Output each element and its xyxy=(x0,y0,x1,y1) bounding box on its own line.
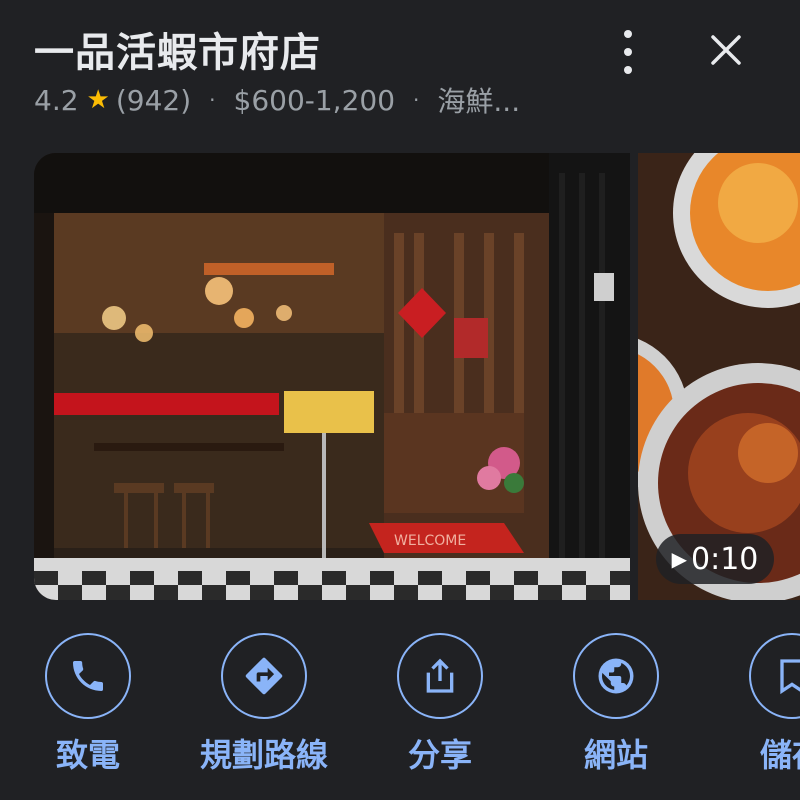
place-header: 一品活蝦市府店 4.2 ★ (942) · $600-1,200 · 海鮮... xyxy=(34,14,800,134)
review-count[interactable]: (942) xyxy=(116,84,191,117)
category: 海鮮... xyxy=(437,85,521,118)
bookmark-icon xyxy=(749,633,800,719)
call-label: 致電 xyxy=(55,736,120,774)
call-button[interactable]: 致電 xyxy=(3,630,173,800)
separator-dot: · xyxy=(209,88,216,112)
directions-button[interactable]: 規劃路線 xyxy=(179,630,349,800)
separator-dot: · xyxy=(413,88,420,112)
storefront-photo[interactable]: WELCOME xyxy=(34,153,630,600)
phone-icon xyxy=(45,633,131,719)
close-icon[interactable] xyxy=(706,30,746,70)
more-vert-icon[interactable] xyxy=(612,30,644,74)
share-label: 分享 xyxy=(407,736,472,774)
place-title: 一品活蝦市府店 xyxy=(34,30,321,76)
rating-value: 4.2 xyxy=(34,83,79,117)
share-button[interactable]: 分享 xyxy=(355,630,525,800)
video-duration-badge: ▶ 0:10 xyxy=(656,534,774,584)
website-button[interactable]: 網站 xyxy=(531,630,701,800)
action-bar: 致電 規劃路線 分享 網站 儲 xyxy=(0,630,800,800)
website-label: 網站 xyxy=(583,736,648,774)
directions-label: 規劃路線 xyxy=(199,736,328,774)
star-icon: ★ xyxy=(86,85,110,115)
save-button[interactable]: 儲存 xyxy=(707,630,800,800)
save-label: 儲存 xyxy=(759,736,800,774)
video-duration: 0:10 xyxy=(691,541,759,577)
welcome-mat-text: WELCOME xyxy=(394,533,466,549)
price-range: $600-1,200 xyxy=(233,83,396,117)
photo-carousel[interactable]: WELCOME ▶ 0:10 xyxy=(34,153,800,600)
food-video-thumbnail[interactable]: ▶ 0:10 xyxy=(638,153,800,600)
place-meta: 4.2 ★ (942) · $600-1,200 · 海鮮... xyxy=(34,80,520,120)
share-icon xyxy=(397,633,483,719)
globe-icon xyxy=(573,633,659,719)
directions-icon xyxy=(221,633,307,719)
play-icon: ▶ xyxy=(671,547,687,571)
